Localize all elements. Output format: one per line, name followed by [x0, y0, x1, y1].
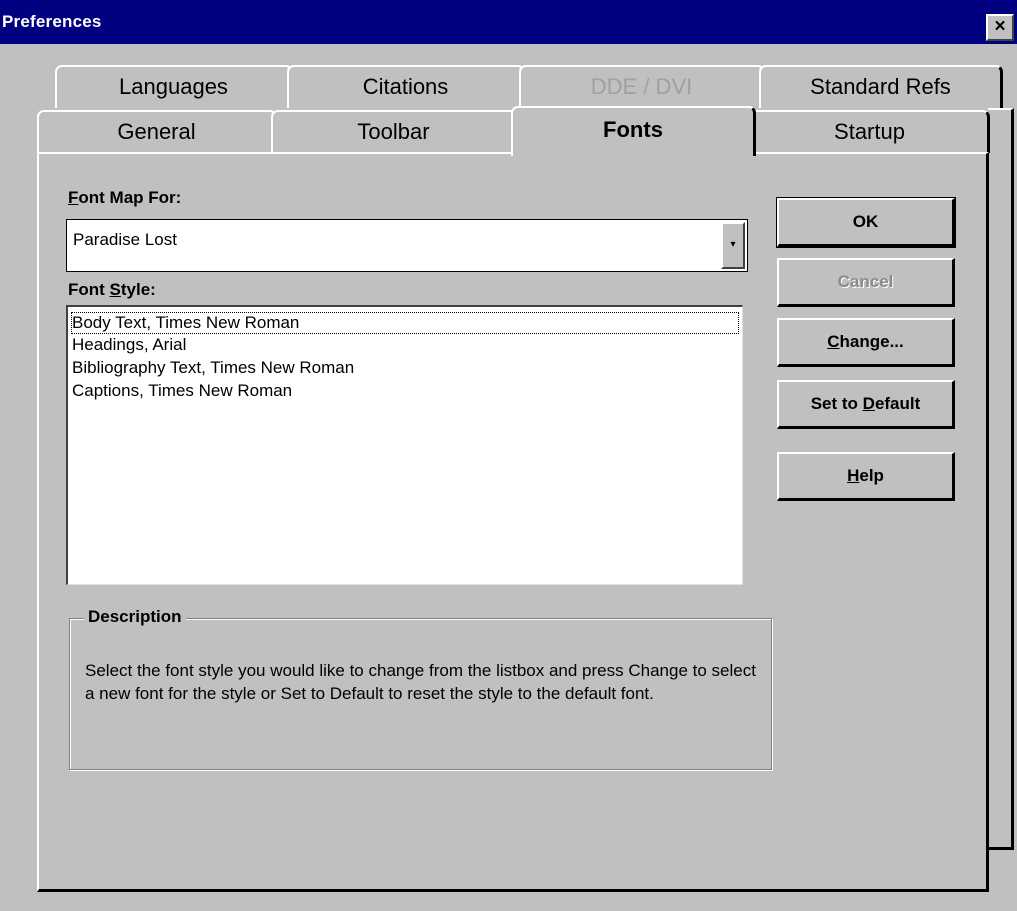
accelerator-key: D — [862, 394, 875, 413]
tab-stack-edge — [988, 108, 1014, 850]
list-item[interactable]: Headings, Arial — [71, 334, 739, 356]
tab-label: Standard Refs — [810, 74, 951, 99]
close-icon: × — [994, 16, 1006, 37]
tab-languages[interactable]: Languages — [55, 65, 293, 108]
font-map-select[interactable]: Paradise Lost ▾ — [66, 219, 748, 272]
button-label: hange... — [839, 332, 904, 351]
label-text: Font — [68, 280, 110, 299]
tab-label: Citations — [362, 74, 449, 99]
list-item[interactable]: Captions, Times New Roman — [71, 380, 739, 402]
accelerator-key: F — [68, 188, 79, 207]
button-label: efault — [874, 394, 921, 413]
list-item[interactable]: Bibliography Text, Times New Roman — [71, 357, 739, 379]
button-label: Set to — [810, 394, 863, 413]
tab-dde-dvi: DDE / DVI — [519, 65, 765, 108]
accelerator-key: S — [109, 280, 121, 299]
ok-button[interactable]: OK — [776, 197, 956, 248]
window-title: Preferences — [2, 12, 102, 31]
button-label: elp — [859, 466, 884, 485]
dropdown-button[interactable]: ▾ — [721, 222, 745, 269]
tab-label: Languages — [119, 74, 228, 99]
label-text: ont Map For: — [78, 188, 182, 207]
list-item[interactable]: Body Text, Times New Roman — [71, 312, 739, 334]
tab-label: DDE / DVI — [590, 74, 693, 99]
button-label: OK — [852, 212, 879, 231]
close-button[interactable]: × — [986, 14, 1014, 41]
title-bar[interactable]: Preferences × — [0, 0, 1017, 44]
tab-toolbar[interactable]: Toolbar — [271, 110, 517, 153]
description-legend: Description — [84, 607, 186, 627]
tab-fonts[interactable]: Fonts — [511, 106, 756, 156]
tab-general[interactable]: General — [37, 110, 277, 153]
tab-startup[interactable]: Startup — [750, 110, 990, 153]
tab-standard-refs[interactable]: Standard Refs — [759, 65, 1003, 108]
font-style-listbox[interactable]: Body Text, Times New Roman Headings, Ari… — [66, 305, 743, 585]
font-map-label: Font Map For: — [68, 188, 181, 208]
tab-label: Startup — [834, 119, 905, 144]
tab-label: Fonts — [603, 117, 663, 142]
accelerator-key: C — [827, 332, 840, 351]
cancel-button: Cancel — [777, 258, 955, 307]
accelerator-key: H — [847, 466, 860, 485]
label-text: tyle: — [120, 280, 156, 299]
tab-citations[interactable]: Citations — [287, 65, 525, 108]
font-map-value: Paradise Lost — [73, 230, 177, 249]
help-button[interactable]: Help — [777, 452, 955, 501]
font-style-label: Font Style: — [68, 280, 156, 300]
tab-label: Toolbar — [357, 119, 430, 144]
tab-label: General — [117, 119, 196, 144]
description-text: Select the font style you would like to … — [85, 661, 756, 703]
chevron-down-icon: ▾ — [730, 239, 736, 250]
set-to-default-button[interactable]: Set to Default — [777, 380, 955, 429]
description-groupbox: Description Select the font style you wo… — [69, 607, 772, 770]
button-label: Cancel — [837, 272, 894, 291]
change-button[interactable]: Change... — [777, 318, 955, 367]
preferences-dialog: Preferences × Languages Citations DDE / … — [0, 0, 1017, 911]
